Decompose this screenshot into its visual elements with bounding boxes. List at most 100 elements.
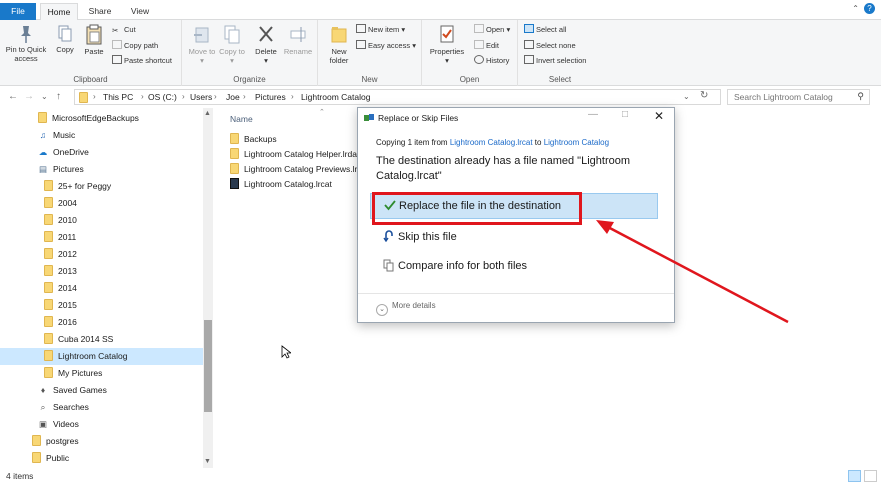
new-folder-label: New folder — [329, 47, 349, 65]
breadcrumb-lightroom-catalog[interactable]: Lightroom Catalog — [301, 92, 370, 102]
breadcrumb-users[interactable]: Users — [190, 92, 212, 102]
chevron-right-icon: › — [214, 92, 217, 101]
compare-label: Compare info for both files — [398, 260, 528, 272]
sidebar-item-cuba-2014-ss[interactable]: Cuba 2014 SS — [0, 331, 203, 348]
destination-link[interactable]: Lightroom Catalog — [544, 138, 609, 147]
forward-arrow-icon[interactable]: → — [24, 91, 34, 102]
move-to-button[interactable]: Move to ▾ — [188, 24, 216, 65]
compare-info-option[interactable]: Compare info for both files — [370, 254, 658, 280]
paste-shortcut-button[interactable]: Paste shortcut — [112, 55, 172, 66]
sidebar-item-label: 2015 — [58, 300, 77, 310]
breadcrumb-joe[interactable]: Joe — [226, 92, 240, 102]
status-bar: 4 items — [0, 468, 881, 484]
copy-to-button[interactable]: Copy to ▾ — [218, 24, 246, 65]
sidebar-item-25-for-peggy[interactable]: 25+ for Peggy — [0, 178, 203, 195]
new-folder-button[interactable]: New folder — [324, 24, 354, 65]
folder-icon — [230, 133, 239, 144]
up-arrow-icon[interactable]: ↑ — [56, 91, 61, 102]
nav-scrollbar[interactable]: ▲ ▼ — [203, 108, 213, 468]
paste-button[interactable]: Paste — [80, 24, 108, 57]
chevron-down-icon: ▾ — [264, 55, 268, 65]
sidebar-item-postgres[interactable]: postgres — [0, 433, 203, 450]
close-icon[interactable]: ✕ — [654, 109, 664, 123]
maximize-icon[interactable]: □ — [622, 109, 628, 120]
more-details-toggle[interactable]: ⌄ More details — [376, 301, 436, 316]
scroll-down-icon[interactable]: ▼ — [204, 458, 211, 465]
delete-button[interactable]: Delete ▾ — [252, 24, 280, 65]
tab-view[interactable]: View — [124, 3, 156, 20]
breadcrumb-this-pc[interactable]: This PC — [103, 92, 133, 102]
scroll-up-icon[interactable]: ▲ — [204, 110, 211, 117]
scroll-thumb[interactable] — [204, 320, 212, 412]
file-row[interactable]: Backups — [230, 132, 277, 147]
select-none-button[interactable]: Select none — [524, 40, 576, 51]
open-button[interactable]: Open ▾ — [474, 24, 510, 35]
tab-share[interactable]: Share — [84, 3, 116, 20]
search-icon: ⚲ — [857, 91, 864, 101]
copy-path-button[interactable]: Copy path — [112, 40, 158, 51]
help-icon[interactable]: ? — [864, 3, 875, 14]
sidebar-item-2016[interactable]: 2016 — [0, 314, 203, 331]
rename-label: Rename — [283, 47, 313, 56]
skip-file-option[interactable]: Skip this file — [370, 225, 658, 251]
copy-button[interactable]: Copy — [52, 24, 78, 55]
minimize-icon[interactable]: — — [588, 109, 598, 120]
sidebar-item-2013[interactable]: 2013 — [0, 263, 203, 280]
tab-home[interactable]: Home — [40, 3, 78, 20]
breadcrumb-drive[interactable]: OS (C:) — [148, 92, 177, 102]
details-view-icon[interactable] — [848, 470, 861, 482]
ribbon: Pin to Quick access Copy Paste ✂ Cut Copy… — [0, 20, 881, 86]
select-all-button[interactable]: Select all — [524, 24, 566, 35]
file-row[interactable]: Lightroom Catalog Helper.lrdata — [230, 147, 358, 162]
sidebar-item-2011[interactable]: 2011 — [0, 229, 203, 246]
search-input[interactable] — [734, 90, 854, 104]
open-group-label: Open — [459, 75, 480, 84]
sidebar-item-2010[interactable]: 2010 — [0, 212, 203, 229]
new-item-button[interactable]: New item ▾ — [356, 24, 405, 35]
sidebar-item-videos[interactable]: ▣ Videos — [0, 416, 203, 433]
properties-button[interactable]: Properties ▾ — [426, 24, 468, 65]
file-row[interactable]: Lightroom Catalog.lrcat — [230, 177, 332, 192]
file-row[interactable]: Lightroom Catalog Previews.lrdata — [230, 162, 358, 177]
address-bar[interactable]: › This PC › OS (C:) › Users › Joe › Pict… — [74, 89, 721, 105]
sidebar-item-2004[interactable]: 2004 — [0, 195, 203, 212]
sidebar-item-label: MicrosoftEdgeBackups — [52, 113, 139, 123]
sidebar-item-saved-games[interactable]: ♦ Saved Games — [0, 382, 203, 399]
chevron-up-icon[interactable]: ⌃ — [852, 4, 859, 13]
copy-icon — [58, 25, 72, 42]
open-icon — [474, 24, 484, 33]
sidebar-item-2015[interactable]: 2015 — [0, 297, 203, 314]
folder-icon — [44, 299, 53, 310]
breadcrumb-pictures[interactable]: Pictures — [255, 92, 286, 102]
item-count: 4 items — [6, 471, 34, 481]
sidebar-item-onedrive[interactable]: ☁ OneDrive — [0, 144, 203, 161]
sidebar-item-2014[interactable]: 2014 — [0, 280, 203, 297]
edit-button[interactable]: Edit — [474, 40, 499, 51]
tab-file[interactable]: File — [0, 3, 36, 20]
column-header-name[interactable]: Name — [230, 114, 253, 124]
sidebar-item-my-pictures[interactable]: My Pictures — [0, 365, 203, 382]
history-button[interactable]: History — [474, 55, 509, 66]
sidebar-item-label: 2014 — [58, 283, 77, 293]
sidebar-item-microsoftedgebackups[interactable]: MicrosoftEdgeBackups — [0, 110, 203, 127]
large-icons-view-icon[interactable] — [864, 470, 877, 482]
sidebar-item-label: 2013 — [58, 266, 77, 276]
rename-button[interactable]: Rename — [282, 24, 314, 57]
refresh-icon[interactable]: ↻ — [700, 90, 708, 101]
source-link[interactable]: Lightroom Catalog.lrcat — [450, 138, 533, 147]
sidebar-item-label: Saved Games — [53, 385, 107, 395]
sidebar-item-pictures[interactable]: ▤ Pictures — [0, 161, 203, 178]
chevron-down-icon[interactable]: ⌄ — [683, 92, 690, 101]
sidebar-item-lightroom-catalog[interactable]: Lightroom Catalog — [0, 348, 203, 365]
sidebar-item-public[interactable]: Public — [0, 450, 203, 467]
sidebar-item-music[interactable]: ♫ Music — [0, 127, 203, 144]
sidebar-item-2012[interactable]: 2012 — [0, 246, 203, 263]
cut-button[interactable]: ✂ Cut — [112, 24, 136, 35]
sidebar-item-searches[interactable]: ⌕ Searches — [0, 399, 203, 416]
invert-selection-button[interactable]: Invert selection — [524, 55, 586, 66]
back-arrow-icon[interactable]: ← — [8, 91, 18, 102]
recent-locations-icon[interactable]: ⌄ — [41, 92, 48, 101]
pin-to-quick-access-button[interactable]: Pin to Quick access — [2, 24, 50, 63]
folder-icon — [32, 435, 41, 446]
easy-access-button[interactable]: Easy access ▾ — [356, 40, 416, 51]
